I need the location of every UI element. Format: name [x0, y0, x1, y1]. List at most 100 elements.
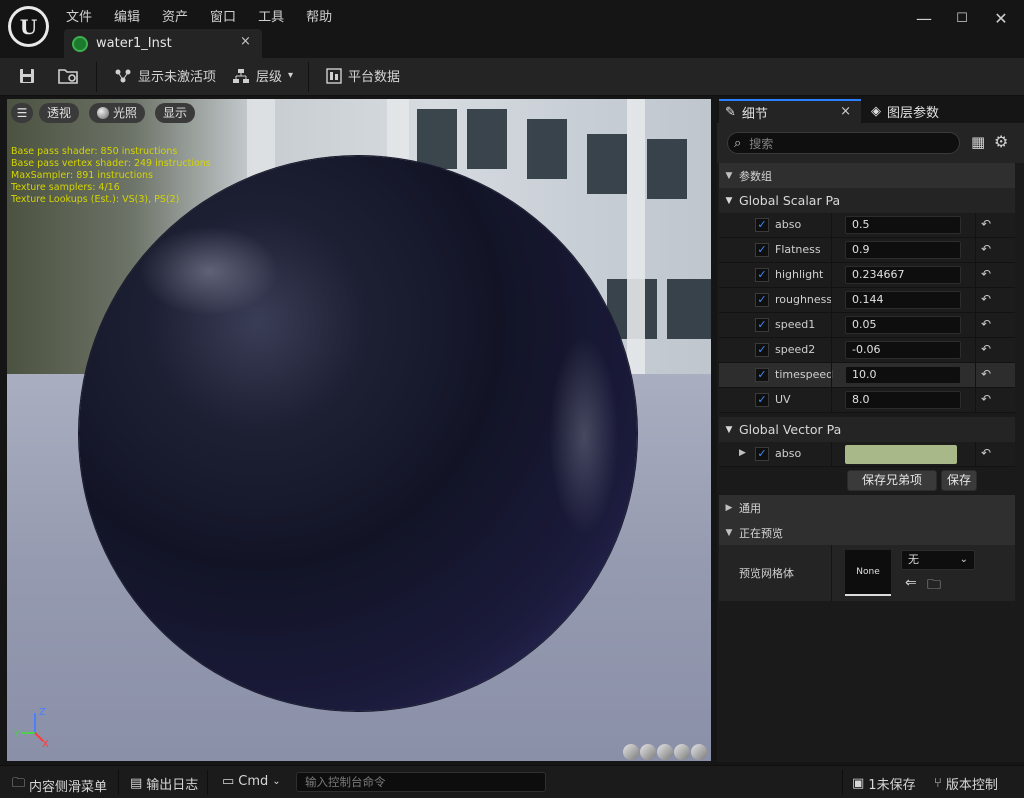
group-global-vector[interactable]: ▼ Global Vector Pa	[719, 417, 1015, 442]
teapot-preview-icon[interactable]	[691, 744, 707, 760]
override-checkbox[interactable]: ✓	[755, 293, 769, 307]
viewport-menu-button[interactable]: ☰	[11, 103, 33, 123]
param-name: speed1	[775, 318, 816, 331]
param-name: abso	[775, 447, 802, 460]
color-swatch[interactable]	[845, 445, 957, 464]
axis-z-label: Z	[39, 707, 46, 718]
reset-icon[interactable]: ↶	[981, 292, 991, 306]
param-value-input[interactable]: 0.05	[845, 316, 961, 334]
content-drawer-button[interactable]: 🗀 内容侧滑菜单	[12, 774, 107, 796]
reset-icon[interactable]: ↶	[981, 446, 991, 460]
maximize-button[interactable]: ☐	[952, 9, 972, 29]
sphere-preview-icon[interactable]	[640, 744, 656, 760]
reset-icon[interactable]: ↶	[981, 267, 991, 281]
category-previewing[interactable]: ▼ 正在预览	[719, 520, 1015, 545]
tab-layers-label: 图层参数	[887, 105, 940, 121]
param-row: ✓ roughness 0.144 ↶	[719, 288, 1015, 313]
close-window-button[interactable]: ✕	[991, 9, 1011, 29]
chevron-right-icon[interactable]: ▶	[739, 448, 746, 458]
param-value-input[interactable]: 0.144	[845, 291, 961, 309]
param-value-input[interactable]: 8.0	[845, 391, 961, 409]
category-general[interactable]: ▶ 通用	[719, 495, 1015, 520]
param-row: ✓ speed1 0.05 ↶	[719, 313, 1015, 338]
menu-window[interactable]: 窗口	[210, 6, 236, 25]
menu-tools[interactable]: 工具	[258, 6, 284, 25]
status-bar: 🗀 内容侧滑菜单 ▤ 输出日志 ▭ Cmd ⌄ 输入控制台命令 ▣ 1未保存 ⑂…	[0, 765, 1024, 798]
tab-layer-parameters[interactable]: ◈ 图层参数	[867, 99, 939, 123]
override-checkbox[interactable]: ✓	[755, 318, 769, 332]
tab-close-icon[interactable]: ×	[240, 34, 251, 49]
browse-icon[interactable]: 🗀	[927, 574, 941, 598]
category-parameter-groups[interactable]: ▼ 参数组	[719, 163, 1015, 188]
reset-icon[interactable]: ↶	[981, 217, 991, 231]
gear-icon[interactable]: ⚙	[994, 132, 1008, 151]
mesh-thumbnail[interactable]: None	[845, 550, 891, 596]
source-control-button[interactable]: ⑂ 版本控制	[934, 774, 998, 793]
axis-x-label: X	[42, 739, 49, 749]
override-checkbox[interactable]: ✓	[755, 218, 769, 232]
reset-icon[interactable]: ↶	[981, 367, 991, 381]
platform-stats-button[interactable]: 平台数据	[326, 66, 400, 85]
unsaved-icon: ▣	[852, 776, 865, 791]
console-command-input[interactable]: 输入控制台命令	[296, 772, 546, 792]
override-checkbox[interactable]: ✓	[755, 447, 769, 461]
unreal-logo-icon[interactable]: U	[8, 6, 49, 47]
plane-preview-icon[interactable]	[657, 744, 673, 760]
menu-edit[interactable]: 编辑	[114, 6, 140, 25]
tab-details[interactable]: ✎ 细节 ×	[719, 99, 861, 123]
cmd-dropdown[interactable]: ▭ Cmd ⌄	[222, 774, 281, 789]
platform-stats-label: 平台数据	[348, 70, 401, 85]
mesh-select[interactable]: 无 ⌄	[901, 550, 975, 570]
menu-help[interactable]: 帮助	[306, 6, 332, 25]
reset-icon[interactable]: ↶	[981, 392, 991, 406]
cylinder-preview-icon[interactable]	[623, 744, 639, 760]
table-view-icon[interactable]: ▦	[971, 133, 985, 151]
layers-icon: ◈	[871, 103, 881, 119]
reset-icon[interactable]: ↶	[981, 342, 991, 356]
override-checkbox[interactable]: ✓	[755, 268, 769, 282]
menu-file[interactable]: 文件	[66, 6, 92, 25]
save-children-button[interactable]: 保存	[941, 470, 977, 491]
param-value-input[interactable]: -0.06	[845, 341, 961, 359]
override-checkbox[interactable]: ✓	[755, 368, 769, 382]
mesh-select-value: 无	[908, 553, 919, 566]
show-inactive-button[interactable]: 显示未激活项	[114, 66, 216, 85]
param-value-input[interactable]: 0.5	[845, 216, 961, 234]
save-siblings-button[interactable]: 保存兄弟项	[847, 470, 937, 491]
param-value-input[interactable]: 0.234667	[845, 266, 961, 284]
override-checkbox[interactable]: ✓	[755, 243, 769, 257]
reset-icon[interactable]: ↶	[981, 242, 991, 256]
override-checkbox[interactable]: ✓	[755, 343, 769, 357]
toolbar-separator	[308, 62, 309, 92]
unsaved-button[interactable]: ▣ 1未保存	[852, 774, 916, 793]
browse-button[interactable]	[58, 67, 80, 85]
param-name: UV	[775, 393, 791, 406]
search-input[interactable]: ⌕ 搜索	[727, 132, 960, 154]
cube-preview-icon[interactable]	[674, 744, 690, 760]
browse-icon	[58, 69, 78, 84]
asset-tab[interactable]: water1_Inst ×	[64, 29, 262, 58]
perspective-button[interactable]: 透视	[39, 103, 80, 123]
show-button[interactable]: 显示	[155, 103, 196, 123]
menu-asset[interactable]: 资产	[162, 6, 188, 25]
group-global-scalar[interactable]: ▼ Global Scalar Pa	[719, 188, 1015, 213]
save-button[interactable]	[18, 67, 36, 85]
axis-y-label: Y	[13, 729, 21, 740]
save-buttons-row: 保存兄弟项 保存	[719, 468, 1015, 493]
material-preview-viewport[interactable]: ☰ 透视 光照 显示 Base pass shader: 850 instruc…	[7, 99, 711, 761]
stat-line: Base pass shader: 850 instructions	[11, 146, 178, 157]
lit-mode-button[interactable]: 光照	[89, 103, 146, 123]
use-selected-icon[interactable]: ⇐	[905, 575, 917, 591]
stat-line: Texture samplers: 4/16	[11, 182, 120, 193]
tab-details-close-icon[interactable]: ×	[840, 104, 851, 119]
reset-icon[interactable]: ↶	[981, 317, 991, 331]
chevron-down-icon: ▼	[725, 424, 733, 435]
param-value-input[interactable]: 10.0	[845, 366, 961, 384]
minimize-button[interactable]: —	[914, 9, 934, 29]
hierarchy-dropdown[interactable]: 层级 ▾	[232, 66, 293, 85]
override-checkbox[interactable]: ✓	[755, 393, 769, 407]
param-value-input[interactable]: 0.9	[845, 241, 961, 259]
platform-stats-icon	[326, 67, 342, 84]
output-log-button[interactable]: ▤ 输出日志	[130, 774, 198, 793]
chevron-down-icon: ▼	[725, 195, 733, 206]
